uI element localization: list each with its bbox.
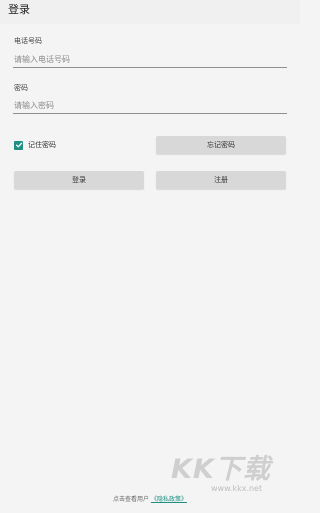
watermark-url: www.kkx.net — [211, 484, 263, 493]
phone-label: 电话号码 — [14, 37, 42, 45]
password-input[interactable] — [13, 98, 287, 114]
privacy-policy-link[interactable]: 《隐私政策》 — [151, 496, 187, 503]
privacy-footer: 点击查看用户 《隐私政策》 — [0, 495, 300, 504]
remember-password-label: 记住密码 — [28, 141, 56, 149]
forgot-password-button[interactable]: 忘记密码 — [156, 136, 286, 154]
watermark-logo: KK下载 www.kkx.net — [165, 455, 295, 495]
register-button[interactable]: 注册 — [156, 171, 286, 189]
app-bar: 登录 — [0, 0, 300, 24]
phone-input[interactable] — [13, 52, 287, 68]
remember-password-checkbox[interactable]: 记住密码 — [14, 139, 56, 151]
watermark-text: KK下载 — [171, 454, 271, 485]
page-title: 登录 — [8, 3, 30, 16]
login-button[interactable]: 登录 — [14, 171, 144, 189]
password-label: 密码 — [14, 84, 28, 92]
checkbox-checked-icon[interactable] — [14, 140, 23, 150]
footer-prefix: 点击查看用户 — [113, 496, 150, 503]
